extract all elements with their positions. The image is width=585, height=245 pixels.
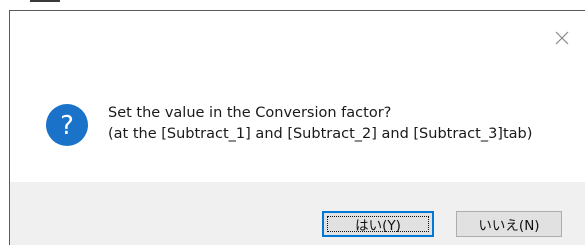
yes-button[interactable]: はい(Y) — [322, 211, 434, 237]
button-bar: はい(Y) いいえ(N) — [10, 182, 585, 245]
message-dialog: ? Set the value in the Conversion factor… — [9, 10, 585, 245]
close-button[interactable] — [547, 23, 577, 53]
message-line-2: (at the [Subtract_1] and [Subtract_2] an… — [108, 126, 533, 142]
yes-button-label: はい(Y) — [355, 218, 401, 234]
no-button-label: いいえ(N) — [478, 218, 540, 234]
background-window-strip — [0, 0, 585, 10]
background-window-mark — [30, 0, 60, 2]
svg-text:?: ? — [60, 111, 74, 141]
message-line-1: Set the value in the Conversion factor? — [108, 105, 392, 121]
no-button[interactable]: いいえ(N) — [456, 211, 562, 237]
screen: ? Set the value in the Conversion factor… — [0, 0, 585, 245]
close-icon — [555, 31, 569, 45]
question-icon: ? — [46, 104, 88, 146]
dialog-message: Set the value in the Conversion factor? … — [108, 103, 578, 145]
